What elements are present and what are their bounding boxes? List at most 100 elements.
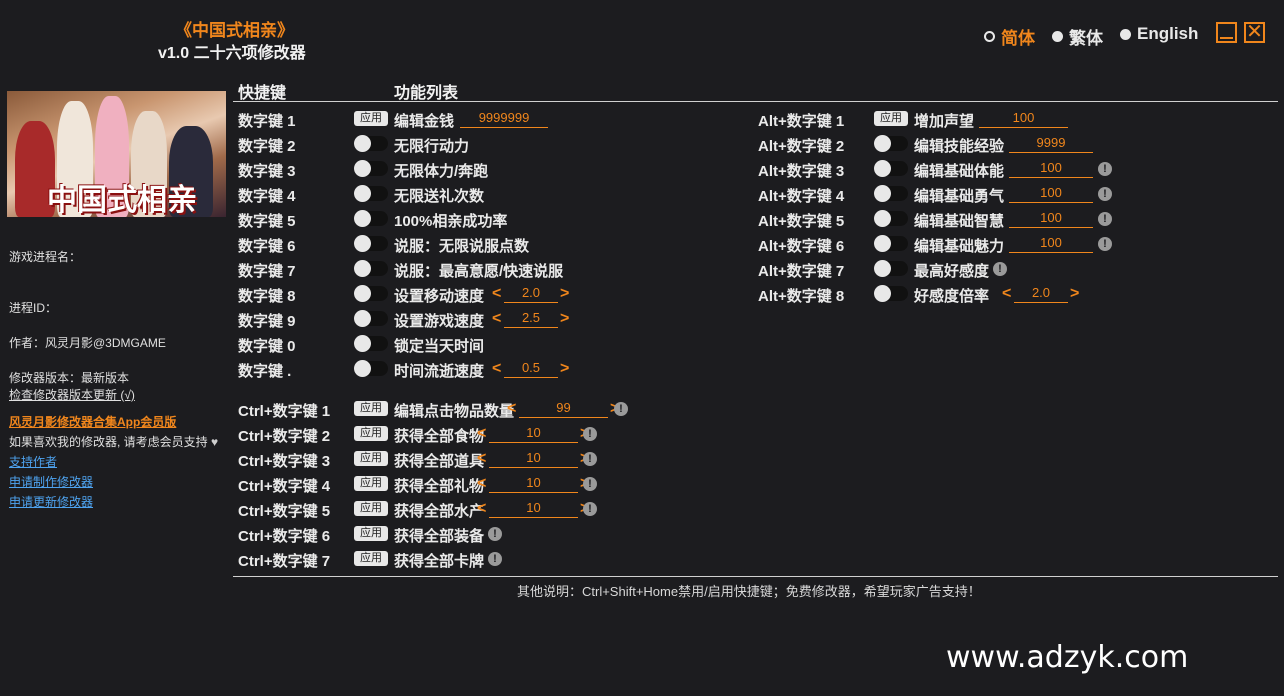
info-icon[interactable]: ! <box>583 502 597 516</box>
footer-note: 其他说明：Ctrl+Shift+Home禁用/启用快捷键；免费修改器，希望玩家广… <box>517 584 981 599</box>
apply-button[interactable]: 应用 <box>354 476 388 491</box>
decrease-arrow[interactable]: < <box>492 311 501 327</box>
header-divider <box>233 101 1278 102</box>
apply-button[interactable]: 应用 <box>354 526 388 541</box>
value-input[interactable]: 10 <box>489 425 578 443</box>
value-input[interactable]: 100 <box>1009 160 1093 178</box>
increase-arrow[interactable]: > <box>560 286 569 302</box>
support-author-link[interactable]: 支持作者 <box>9 453 57 470</box>
apply-button[interactable]: 应用 <box>354 551 388 566</box>
value-input[interactable]: 100 <box>979 110 1068 128</box>
toggle-switch[interactable] <box>874 260 908 277</box>
toggle-switch[interactable] <box>354 135 388 152</box>
hotkey-label: Alt+数字键 1 <box>758 113 845 130</box>
hotkey-label: 数字键 2 <box>238 138 296 155</box>
toggle-knob <box>354 235 371 252</box>
value-input[interactable]: 10 <box>489 450 578 468</box>
toggle-switch[interactable] <box>874 235 908 252</box>
value-input[interactable]: 10 <box>489 500 578 518</box>
value-input[interactable]: 99 <box>519 400 608 418</box>
info-icon[interactable]: ! <box>1098 212 1112 226</box>
lang-simplified[interactable]: 简体 <box>984 24 1035 49</box>
toggle-switch[interactable] <box>354 260 388 277</box>
toggle-switch[interactable] <box>874 285 908 302</box>
hotkey-label: Alt+数字键 5 <box>758 213 845 230</box>
apply-button[interactable]: 应用 <box>354 401 388 416</box>
hotkey-label: 数字键 0 <box>238 338 296 355</box>
decrease-arrow[interactable]: < <box>477 451 486 467</box>
value-input[interactable]: 100 <box>1009 185 1093 203</box>
hotkey-label: 数字键 8 <box>238 288 296 305</box>
value-input[interactable]: 0.5 <box>504 360 558 378</box>
feature-name: 设置移动速度 <box>394 288 485 305</box>
info-icon[interactable]: ! <box>993 262 1007 276</box>
decrease-arrow[interactable]: < <box>477 501 486 517</box>
feature-name: 编辑金钱 <box>394 113 455 130</box>
value-input[interactable]: 100 <box>1009 235 1093 253</box>
info-icon[interactable]: ! <box>583 477 597 491</box>
hotkey-label: 数字键 4 <box>238 188 296 205</box>
request-update-link[interactable]: 申请更新修改器 <box>9 493 93 510</box>
toggle-switch[interactable] <box>354 235 388 252</box>
decrease-arrow[interactable]: < <box>492 286 501 302</box>
lang-english[interactable]: English <box>1120 24 1198 44</box>
decrease-arrow[interactable]: < <box>477 476 486 492</box>
toggle-switch[interactable] <box>354 310 388 327</box>
apply-button[interactable]: 应用 <box>874 111 908 126</box>
hotkey-label: Ctrl+数字键 7 <box>238 553 331 570</box>
info-icon[interactable]: ! <box>614 402 628 416</box>
decrease-arrow[interactable]: < <box>477 426 486 442</box>
increase-arrow[interactable]: > <box>560 361 569 377</box>
request-make-link[interactable]: 申请制作修改器 <box>9 473 93 490</box>
info-icon[interactable]: ! <box>488 552 502 566</box>
watermark: www.adzyk.com <box>946 640 1189 675</box>
toggle-switch[interactable] <box>874 160 908 177</box>
minimize-icon[interactable] <box>1216 22 1237 43</box>
decrease-arrow[interactable]: < <box>1002 286 1011 302</box>
info-icon[interactable]: ! <box>1098 237 1112 251</box>
value-input[interactable]: 9999 <box>1009 135 1093 153</box>
feature-name: 无限体力/奔跑 <box>394 163 489 180</box>
toggle-switch[interactable] <box>354 185 388 202</box>
apply-button[interactable]: 应用 <box>354 111 388 126</box>
value-input[interactable]: 9999999 <box>460 110 548 128</box>
toggle-switch[interactable] <box>874 135 908 152</box>
apply-button[interactable]: 应用 <box>354 501 388 516</box>
toggle-switch[interactable] <box>354 360 388 377</box>
cover-title: 中国式相亲 <box>47 183 197 217</box>
value-input[interactable]: 2.5 <box>504 310 558 328</box>
toggle-knob <box>354 260 371 277</box>
info-icon[interactable]: ! <box>488 527 502 541</box>
toggle-switch[interactable] <box>354 160 388 177</box>
value-input[interactable]: 2.0 <box>504 285 558 303</box>
value-input[interactable]: 2.0 <box>1014 285 1068 303</box>
hotkey-label: Alt+数字键 4 <box>758 188 845 205</box>
feature-name: 获得全部食物 <box>394 428 485 445</box>
decrease-arrow[interactable]: < <box>492 361 501 377</box>
close-icon[interactable]: ✕ <box>1244 22 1265 43</box>
info-icon[interactable]: ! <box>1098 162 1112 176</box>
toggle-switch[interactable] <box>354 210 388 227</box>
lang-traditional[interactable]: 繁体 <box>1052 24 1103 49</box>
radio-selected-icon <box>984 31 995 42</box>
decrease-arrow[interactable]: < <box>507 401 516 417</box>
toggle-switch[interactable] <box>354 285 388 302</box>
feature-name: 获得全部水产 <box>394 503 485 520</box>
toggle-knob <box>354 360 371 377</box>
toggle-switch[interactable] <box>874 185 908 202</box>
increase-arrow[interactable]: > <box>560 311 569 327</box>
info-icon[interactable]: ! <box>1098 187 1112 201</box>
feature-name: 锁定当天时间 <box>394 338 485 355</box>
increase-arrow[interactable]: > <box>1070 286 1079 302</box>
toggle-switch[interactable] <box>354 335 388 352</box>
value-input[interactable]: 100 <box>1009 210 1093 228</box>
info-icon[interactable]: ! <box>583 452 597 466</box>
apply-button[interactable]: 应用 <box>354 451 388 466</box>
apply-button[interactable]: 应用 <box>354 426 388 441</box>
hotkey-label: Alt+数字键 3 <box>758 163 845 180</box>
toggle-switch[interactable] <box>874 210 908 227</box>
check-update-link[interactable]: 检查修改器版本更新 (√) <box>9 386 135 403</box>
value-input[interactable]: 10 <box>489 475 578 493</box>
info-icon[interactable]: ! <box>583 427 597 441</box>
app-member-link[interactable]: 风灵月影修改器合集App会员版 <box>9 413 176 430</box>
